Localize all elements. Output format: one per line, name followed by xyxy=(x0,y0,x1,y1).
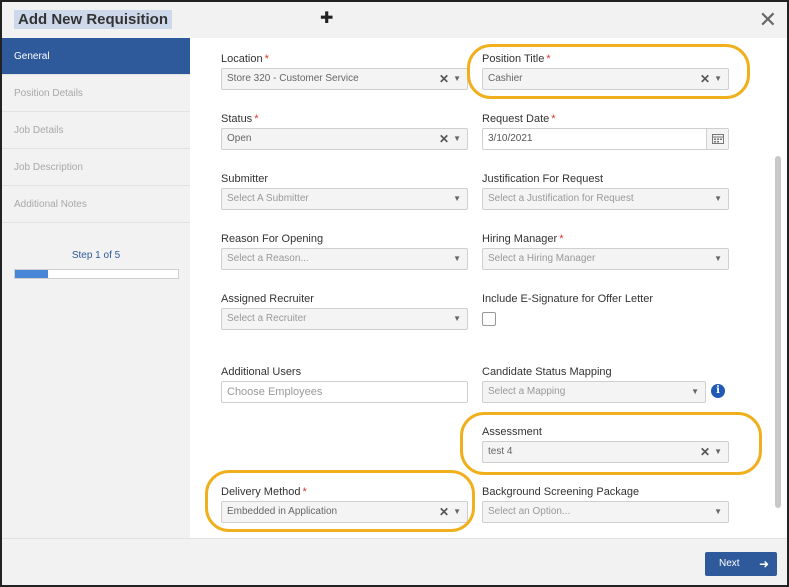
chevron-down-icon: ▼ xyxy=(453,74,461,83)
dialog-titlebar: Add New Requisition ✚ ✕ xyxy=(2,2,787,38)
justification-field: Justification For Request Select a Justi… xyxy=(482,172,729,210)
dialog-footer: Next ➜ xyxy=(2,538,787,585)
next-button[interactable]: Next ➜ xyxy=(705,552,777,576)
chevron-down-icon: ▼ xyxy=(714,507,722,516)
sidebar-item-job-description[interactable]: Job Description xyxy=(2,149,190,186)
delivery-method-label: Delivery Method * xyxy=(221,486,307,498)
dialog-title: Add New Requisition xyxy=(14,10,172,29)
position-title-select[interactable]: Cashier ✕ ▼ xyxy=(482,68,729,90)
esignature-checkbox[interactable] xyxy=(482,312,496,326)
chevron-down-icon: ▼ xyxy=(453,507,461,516)
candidate-status-field: Candidate Status Mapping Select a Mappin… xyxy=(482,365,706,403)
esignature-label: Include E-Signature for Offer Letter xyxy=(482,293,653,305)
hiring-manager-label: Hiring Manager * xyxy=(482,233,564,245)
move-cursor-icon: ✚ xyxy=(320,10,334,27)
background-screening-select[interactable]: Select an Option... ▼ xyxy=(482,501,729,523)
additional-users-field: Additional Users Choose Employees xyxy=(221,365,468,403)
assessment-label: Assessment xyxy=(482,426,542,438)
location-select[interactable]: Store 320 - Customer Service ✕ ▼ xyxy=(221,68,468,90)
reason-placeholder: Select a Reason... xyxy=(227,253,309,264)
chevron-down-icon: ▼ xyxy=(453,314,461,323)
recruiter-placeholder: Select a Recruiter xyxy=(227,313,307,324)
delivery-method-field: Delivery Method * Embedded in Application… xyxy=(221,485,468,523)
status-clear-icon[interactable]: ✕ xyxy=(439,129,449,149)
request-date-field: Request Date * 3/10/2021 xyxy=(482,112,729,150)
close-icon[interactable]: ✕ xyxy=(759,7,777,33)
background-screening-label: Background Screening Package xyxy=(482,486,640,498)
chevron-down-icon: ▼ xyxy=(453,194,461,203)
request-date-label: Request Date * xyxy=(482,113,556,125)
status-field: Status * Open ✕ ▼ xyxy=(221,112,468,150)
submitter-select[interactable]: Select A Submitter ▼ xyxy=(221,188,468,210)
delivery-method-clear-icon[interactable]: ✕ xyxy=(439,502,449,522)
recruiter-field: Assigned Recruiter Select a Recruiter ▼ xyxy=(221,292,468,330)
background-screening-placeholder: Select an Option... xyxy=(488,506,571,517)
justification-placeholder: Select a Justification for Request xyxy=(488,193,634,204)
justification-label: Justification For Request xyxy=(482,173,604,185)
position-title-label: Position Title * xyxy=(482,53,551,65)
sidebar-item-position-details[interactable]: Position Details xyxy=(2,75,190,112)
step-progress-fill xyxy=(15,270,48,278)
position-title-field: Position Title * Cashier ✕ ▼ xyxy=(482,52,729,90)
assessment-select[interactable]: test 4 ✕ ▼ xyxy=(482,441,729,463)
additional-users-label: Additional Users xyxy=(221,366,302,378)
esignature-field: Include E-Signature for Offer Letter xyxy=(482,292,729,326)
assessment-clear-icon[interactable]: ✕ xyxy=(700,442,710,462)
info-icon[interactable]: i xyxy=(711,384,725,398)
candidate-status-select[interactable]: Select a Mapping ▼ xyxy=(482,381,706,403)
submitter-placeholder: Select A Submitter xyxy=(227,193,309,204)
chevron-down-icon: ▼ xyxy=(714,74,722,83)
reason-label: Reason For Opening xyxy=(221,233,324,245)
form-content: Location * Store 320 - Customer Service ✕… xyxy=(190,38,787,538)
chevron-down-icon: ▼ xyxy=(453,134,461,143)
position-title-clear-icon[interactable]: ✕ xyxy=(700,69,710,89)
additional-users-placeholder: Choose Employees xyxy=(227,386,323,398)
request-date-value: 3/10/2021 xyxy=(488,133,533,144)
candidate-status-placeholder: Select a Mapping xyxy=(488,386,566,397)
vertical-scrollbar[interactable] xyxy=(775,156,781,508)
step-indicator: Step 1 of 5 xyxy=(71,250,121,261)
hiring-manager-placeholder: Select a Hiring Manager xyxy=(488,253,596,264)
assessment-field: Assessment test 4 ✕ ▼ xyxy=(482,425,729,463)
chevron-down-icon: ▼ xyxy=(691,387,699,396)
status-value: Open xyxy=(227,133,252,144)
request-date-input[interactable]: 3/10/2021 xyxy=(482,128,729,150)
sidebar-item-job-details[interactable]: Job Details xyxy=(2,112,190,149)
recruiter-select[interactable]: Select a Recruiter ▼ xyxy=(221,308,468,330)
delivery-method-value: Embedded in Application xyxy=(227,506,338,517)
sidebar-item-additional-notes[interactable]: Additional Notes xyxy=(2,186,190,223)
next-button-label: Next xyxy=(719,558,740,569)
justification-select[interactable]: Select a Justification for Request ▼ xyxy=(482,188,729,210)
chevron-down-icon: ▼ xyxy=(714,447,722,456)
location-value: Store 320 - Customer Service xyxy=(227,73,359,84)
calendar-icon[interactable] xyxy=(706,129,728,149)
assessment-value: test 4 xyxy=(488,446,513,457)
sidebar-item-general[interactable]: General xyxy=(2,38,190,75)
hiring-manager-field: Hiring Manager * Select a Hiring Manager … xyxy=(482,232,729,270)
step-progress-bar xyxy=(14,269,179,279)
additional-users-input[interactable]: Choose Employees xyxy=(221,381,468,403)
background-screening-field: Background Screening Package Select an O… xyxy=(482,485,729,523)
position-title-value: Cashier xyxy=(488,73,523,84)
reason-field: Reason For Opening Select a Reason... ▼ xyxy=(221,232,468,270)
chevron-down-icon: ▼ xyxy=(714,194,722,203)
submitter-label: Submitter xyxy=(221,173,269,185)
chevron-down-icon: ▼ xyxy=(453,254,461,263)
hiring-manager-select[interactable]: Select a Hiring Manager ▼ xyxy=(482,248,729,270)
sidebar: General Position Details Job Details Job… xyxy=(2,38,190,538)
location-label: Location * xyxy=(221,53,269,65)
status-label: Status * xyxy=(221,113,259,125)
chevron-down-icon: ▼ xyxy=(714,254,722,263)
location-field: Location * Store 320 - Customer Service ✕… xyxy=(221,52,468,90)
requisition-dialog: Add New Requisition ✚ ✕ General Position… xyxy=(0,0,789,587)
arrow-right-icon: ➜ xyxy=(758,557,769,571)
candidate-status-label: Candidate Status Mapping xyxy=(482,366,612,378)
delivery-method-select[interactable]: Embedded in Application ✕ ▼ xyxy=(221,501,468,523)
recruiter-label: Assigned Recruiter xyxy=(221,293,314,305)
status-select[interactable]: Open ✕ ▼ xyxy=(221,128,468,150)
submitter-field: Submitter Select A Submitter ▼ xyxy=(221,172,468,210)
reason-select[interactable]: Select a Reason... ▼ xyxy=(221,248,468,270)
location-clear-icon[interactable]: ✕ xyxy=(439,69,449,89)
